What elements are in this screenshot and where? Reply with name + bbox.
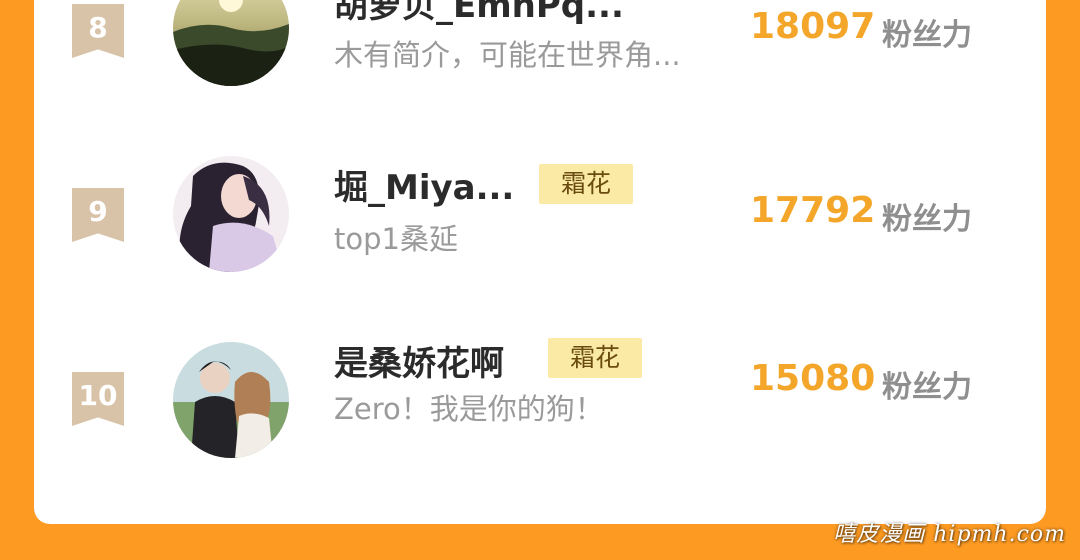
avatar[interactable] — [173, 0, 289, 86]
user-bio: top1桑延 — [334, 222, 458, 256]
user-name[interactable]: 是桑娇花啊 — [334, 336, 504, 385]
rank-ribbon: 8 — [72, 4, 124, 58]
fan-score: 18097 — [750, 6, 876, 47]
ranking-row[interactable]: 10 是桑娇花啊 霜花 Zero！我是你的狗！ 15080 粉丝力 — [34, 334, 1046, 464]
avatar-image — [173, 342, 289, 458]
fan-score-unit: 粉丝力 — [882, 202, 972, 237]
avatar[interactable] — [173, 156, 289, 272]
ranking-row[interactable]: 9 堀_Miya... 霜花 top1桑延 17792 粉丝力 — [34, 150, 1046, 280]
avatar[interactable] — [173, 342, 289, 458]
fan-score: 15080 — [750, 358, 876, 399]
rank-number: 8 — [88, 11, 108, 44]
rank-number: 10 — [78, 379, 118, 412]
fan-badge: 霜花 — [539, 164, 634, 204]
rank-number: 9 — [88, 195, 108, 228]
rank-ribbon: 10 — [72, 372, 124, 426]
fan-score: 17792 — [750, 190, 876, 231]
user-name[interactable]: 堀_Miya... — [334, 160, 514, 209]
fan-score-unit: 粉丝力 — [882, 18, 972, 53]
fan-score-unit: 粉丝力 — [882, 370, 972, 405]
ranking-card: 8 胡萝贝_EmnPq... 木有简介，可能在世界角... 18097 粉丝力 — [34, 0, 1046, 524]
fan-badge: 霜花 — [548, 338, 643, 378]
user-bio: 木有简介，可能在世界角... — [334, 38, 681, 72]
avatar-image — [173, 156, 289, 272]
user-bio: Zero！我是你的狗！ — [334, 392, 604, 426]
user-name[interactable]: 胡萝贝_EmnPq... — [334, 0, 624, 27]
ranking-row[interactable]: 8 胡萝贝_EmnPq... 木有简介，可能在世界角... 18097 粉丝力 — [34, 0, 1046, 110]
rank-ribbon: 9 — [72, 188, 124, 242]
site-watermark: 嘻皮漫画 hipmh.com — [833, 522, 1066, 547]
avatar-image — [173, 0, 289, 86]
